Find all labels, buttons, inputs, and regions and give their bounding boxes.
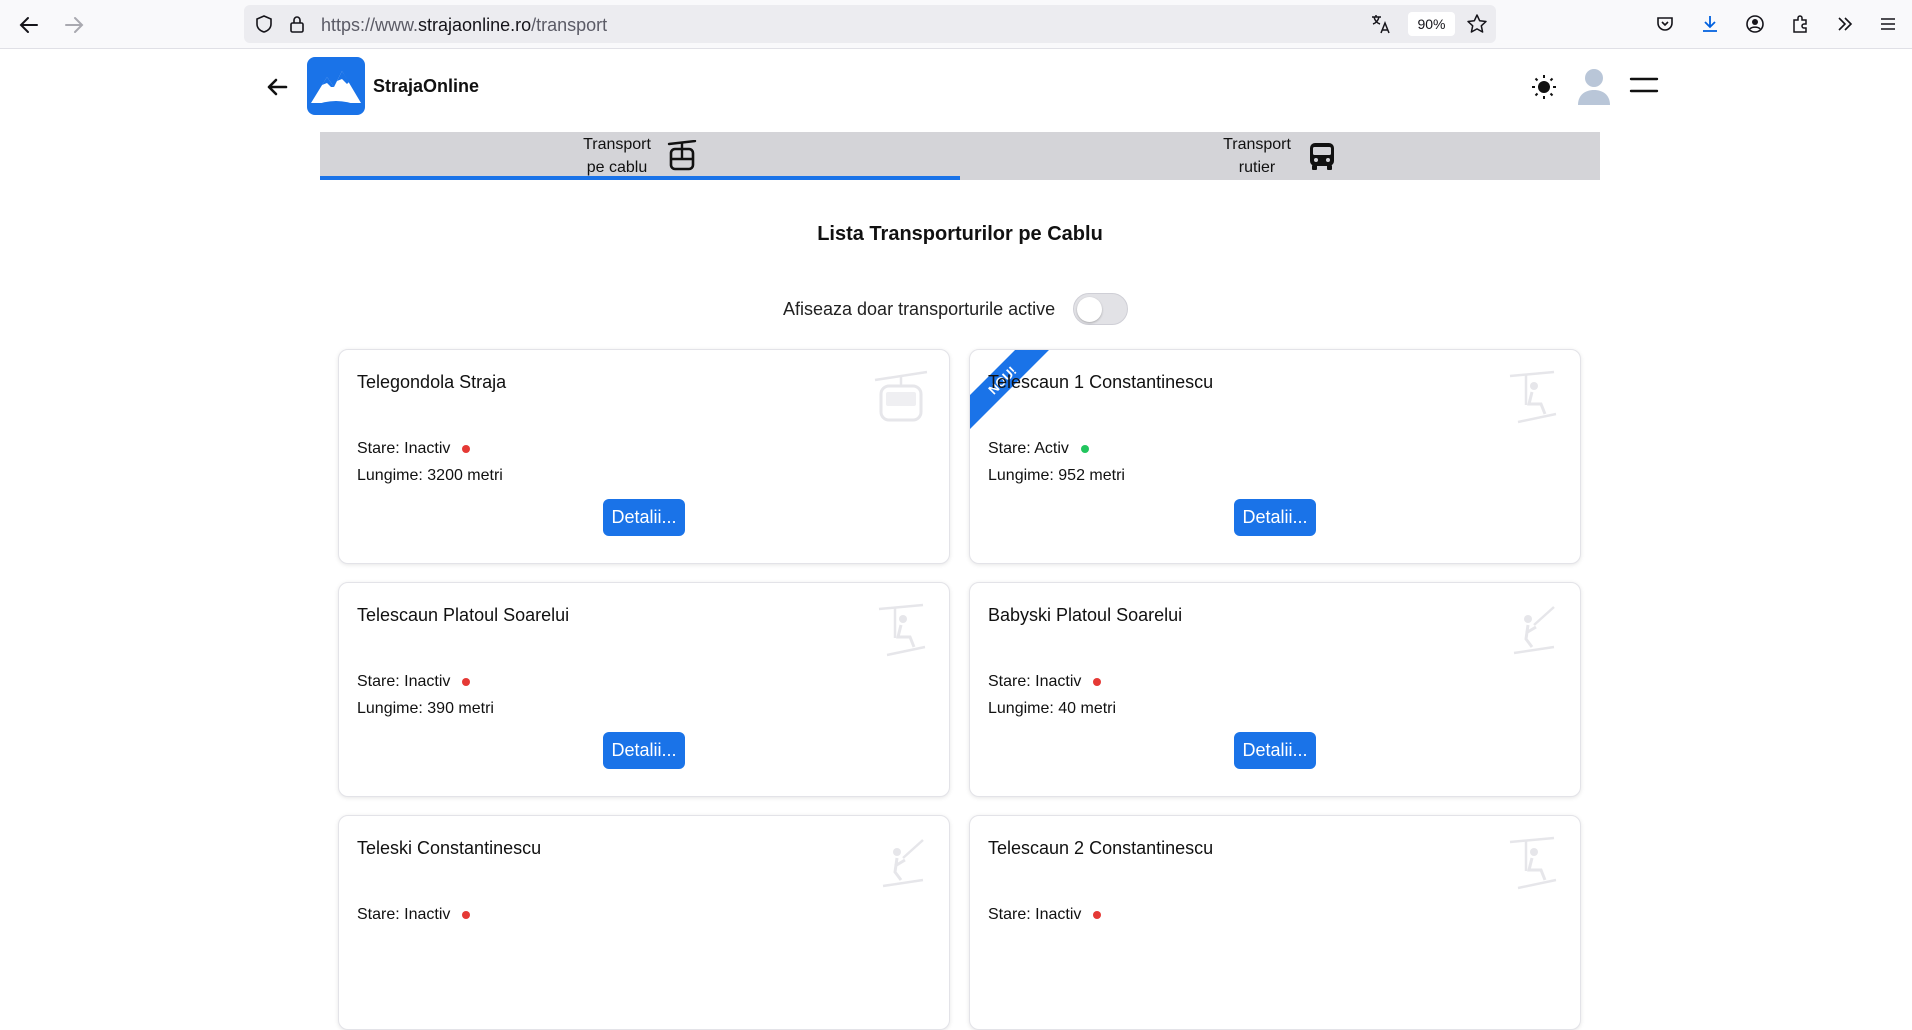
browser-back-button[interactable]	[14, 10, 44, 40]
chairlift-icon	[1509, 370, 1557, 424]
hamburger-menu-icon[interactable]	[1876, 12, 1900, 36]
card-status: Stare: Inactiv	[988, 906, 1102, 924]
arrow-left-icon	[19, 17, 38, 33]
chairlift-icon	[878, 603, 926, 657]
status-inactive-dot	[462, 678, 471, 686]
account-icon[interactable]	[1743, 12, 1767, 36]
card-status: Stare: Inactiv	[357, 673, 471, 691]
arrow-right-icon	[65, 17, 84, 33]
cable-car-icon	[667, 140, 697, 171]
status-inactive-dot	[1093, 678, 1102, 686]
gondola-icon	[874, 370, 928, 422]
url-text[interactable]: https://www.strajaonline.ro/transport	[321, 15, 607, 36]
download-icon[interactable]	[1698, 12, 1722, 36]
arrow-left-icon	[267, 78, 288, 96]
card-status: Stare: Inactiv	[988, 673, 1102, 691]
transport-card: Telescaun 2 Constantinescu Stare: Inacti…	[969, 815, 1581, 1030]
chevron-double-right-icon[interactable]	[1833, 12, 1857, 36]
user-avatar[interactable]	[1577, 67, 1611, 105]
app-back-button[interactable]	[262, 72, 292, 102]
shield-icon[interactable]	[254, 14, 274, 34]
url-bar[interactable]: https://www.strajaonline.ro/transport 90…	[244, 5, 1496, 43]
card-title: Telescaun 2 Constantinescu	[988, 838, 1214, 858]
card-title: Babyski Platoul Soarelui	[988, 605, 1183, 625]
brand-name[interactable]: StrajaOnline	[373, 76, 479, 97]
card-title: Telescaun 1 Constantinescu	[988, 372, 1214, 392]
card-length: Lungime: 952 metri	[988, 467, 1125, 484]
transport-card: Babyski Platoul Soarelui Stare: Inactiv …	[969, 582, 1581, 797]
card-title: Telegondola Straja	[357, 372, 507, 392]
card-status: Stare: Inactiv	[357, 440, 471, 458]
bus-icon	[1309, 143, 1334, 170]
card-status: Stare: Activ	[988, 440, 1089, 458]
star-icon[interactable]	[1465, 14, 1489, 34]
card-title: Telescaun Platoul Soarelui	[357, 605, 570, 625]
brand-logo[interactable]	[307, 57, 365, 115]
status-inactive-dot	[462, 445, 471, 453]
card-status: Stare: Inactiv	[357, 906, 471, 924]
tab-road-transport[interactable]: Transport rutier	[960, 132, 1600, 180]
chairlift-icon	[1509, 836, 1557, 890]
active-tab-indicator	[320, 176, 960, 180]
details-button[interactable]: Detalii...	[603, 499, 685, 536]
transport-card: Telegondola Straja Stare: Inactiv Lungim…	[338, 349, 950, 564]
toggle-knob	[1077, 297, 1103, 322]
details-button[interactable]: Detalii...	[1234, 499, 1316, 536]
pocket-icon[interactable]	[1653, 12, 1677, 36]
browser-forward-button[interactable]	[59, 10, 89, 40]
extensions-icon[interactable]	[1788, 12, 1812, 36]
mountain-logo-icon	[311, 71, 361, 108]
transport-tabs: Transport pe cablu Transport rutier	[320, 132, 1600, 180]
transport-card: Telescaun Platoul Soarelui Stare: Inacti…	[338, 582, 950, 797]
details-button[interactable]: Detalii...	[603, 732, 685, 769]
status-active-dot	[1080, 445, 1089, 453]
browser-toolbar: https://www.strajaonline.ro/transport 90…	[0, 0, 1912, 49]
lock-icon[interactable]	[287, 14, 307, 34]
status-inactive-dot	[1093, 911, 1102, 919]
card-length: Lungime: 3200 metri	[357, 467, 503, 484]
active-filter-toggle[interactable]	[1073, 293, 1129, 325]
new-badge: NOU!	[970, 350, 1060, 438]
card-length: Lungime: 390 metri	[357, 700, 494, 717]
tab-cable-transport[interactable]: Transport pe cablu	[320, 132, 960, 180]
translate-icon[interactable]	[1369, 14, 1393, 34]
active-filter-row: Afiseaza doar transporturile active	[783, 292, 1129, 326]
menu-icon[interactable]	[1629, 74, 1659, 98]
transport-card: NOU! Telescaun 1 Constantinescu Stare: A…	[969, 349, 1581, 564]
active-filter-label: Afiseaza doar transporturile active	[783, 298, 1056, 319]
ski-lift-icon	[1513, 606, 1555, 655]
card-title: Teleski Constantinescu	[357, 838, 542, 858]
details-button[interactable]: Detalii...	[1234, 732, 1316, 769]
status-inactive-dot	[462, 911, 471, 919]
card-length: Lungime: 40 metri	[988, 700, 1117, 717]
ski-lift-icon	[882, 839, 924, 888]
theme-toggle-sun-icon[interactable]	[1531, 74, 1557, 100]
page-title: Lista Transporturilor pe Cablu	[817, 223, 1103, 245]
transport-card: Teleski Constantinescu Stare: Inactiv	[338, 815, 950, 1030]
zoom-level[interactable]: 90%	[1408, 12, 1455, 36]
